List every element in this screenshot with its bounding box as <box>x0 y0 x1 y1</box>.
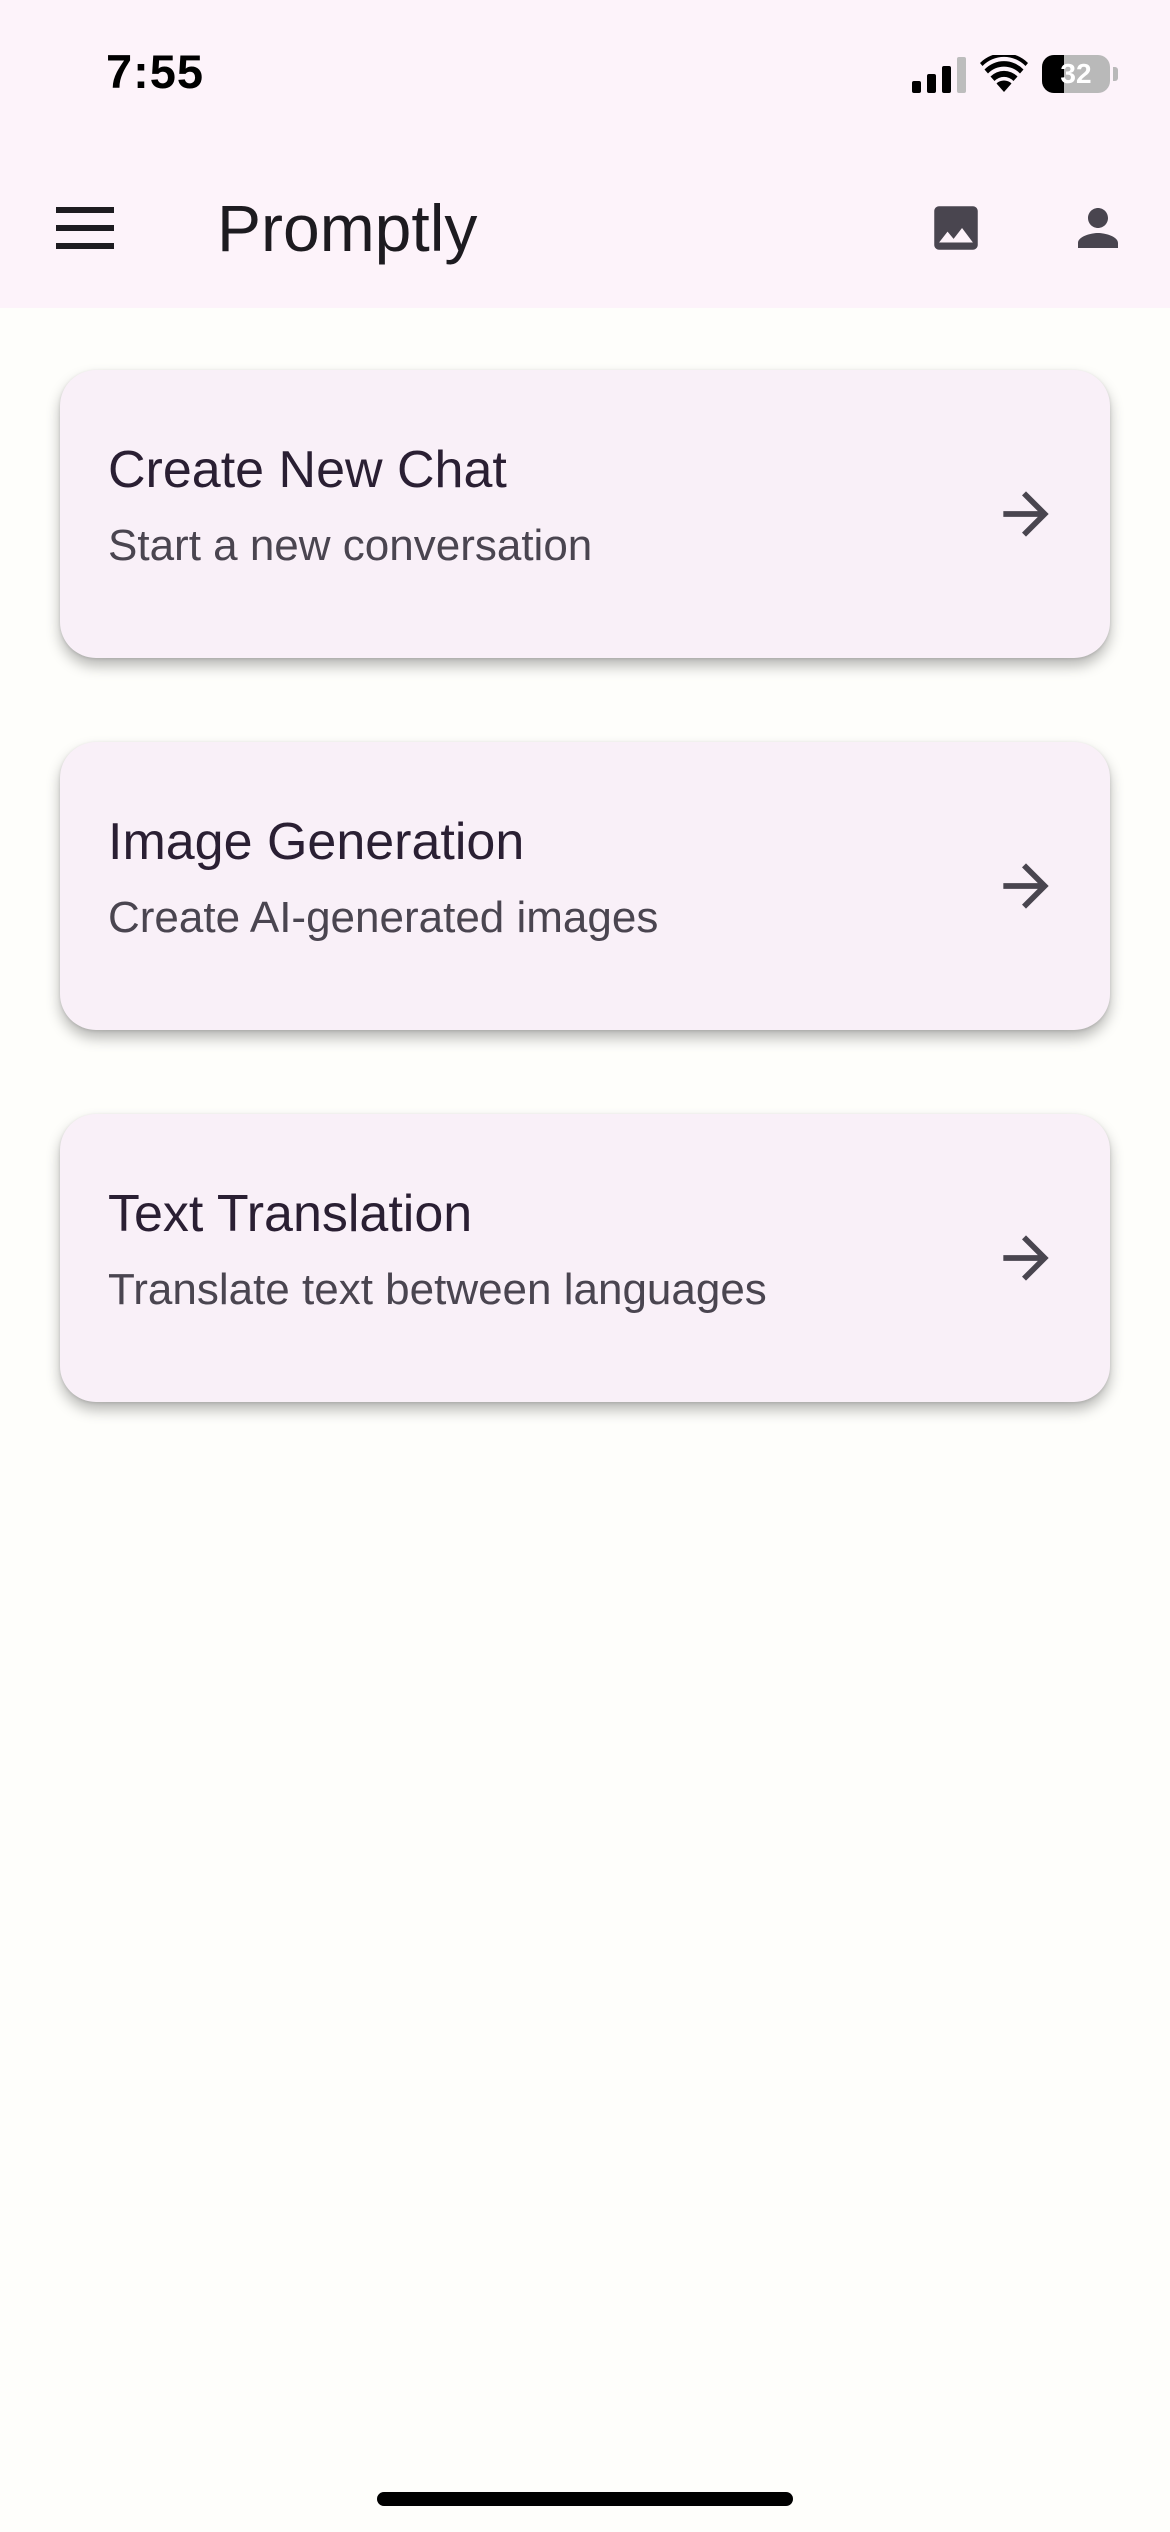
arrow-right-icon <box>1003 863 1049 909</box>
status-icons: 32 <box>912 52 1118 96</box>
battery-icon: 32 <box>1042 55 1110 93</box>
home-indicator[interactable] <box>377 2492 793 2506</box>
status-time: 7:55 <box>106 45 205 98</box>
menu-button[interactable] <box>37 180 133 276</box>
card-title: Create New Chat <box>108 441 507 499</box>
arrow-right-icon <box>1003 1235 1049 1281</box>
image-generation-card[interactable]: Image Generation Create AI-generated ima… <box>60 742 1110 1030</box>
card-subtitle: Translate text between languages <box>108 1265 767 1314</box>
image-icon <box>934 206 978 250</box>
battery-cap <box>1113 67 1118 81</box>
text-translation-card[interactable]: Text Translation Translate text between … <box>60 1114 1110 1402</box>
create-new-chat-card[interactable]: Create New Chat Start a new conversation <box>60 370 1110 658</box>
account-icon <box>1078 208 1118 248</box>
arrow-right-icon <box>1003 491 1049 537</box>
wifi-icon <box>980 55 1028 92</box>
card-subtitle: Create AI-generated images <box>108 893 659 942</box>
card-subtitle: Start a new conversation <box>108 521 593 570</box>
card-title: Text Translation <box>108 1185 473 1243</box>
app-title: Promptly <box>217 191 478 265</box>
menu-icon <box>56 207 114 249</box>
image-button[interactable] <box>908 180 1004 276</box>
account-button[interactable] <box>1050 180 1146 276</box>
card-title: Image Generation <box>108 813 525 871</box>
app-bar: Promptly <box>0 170 1170 286</box>
battery-percent: 32 <box>1060 58 1092 89</box>
cellular-signal-icon <box>912 55 966 93</box>
